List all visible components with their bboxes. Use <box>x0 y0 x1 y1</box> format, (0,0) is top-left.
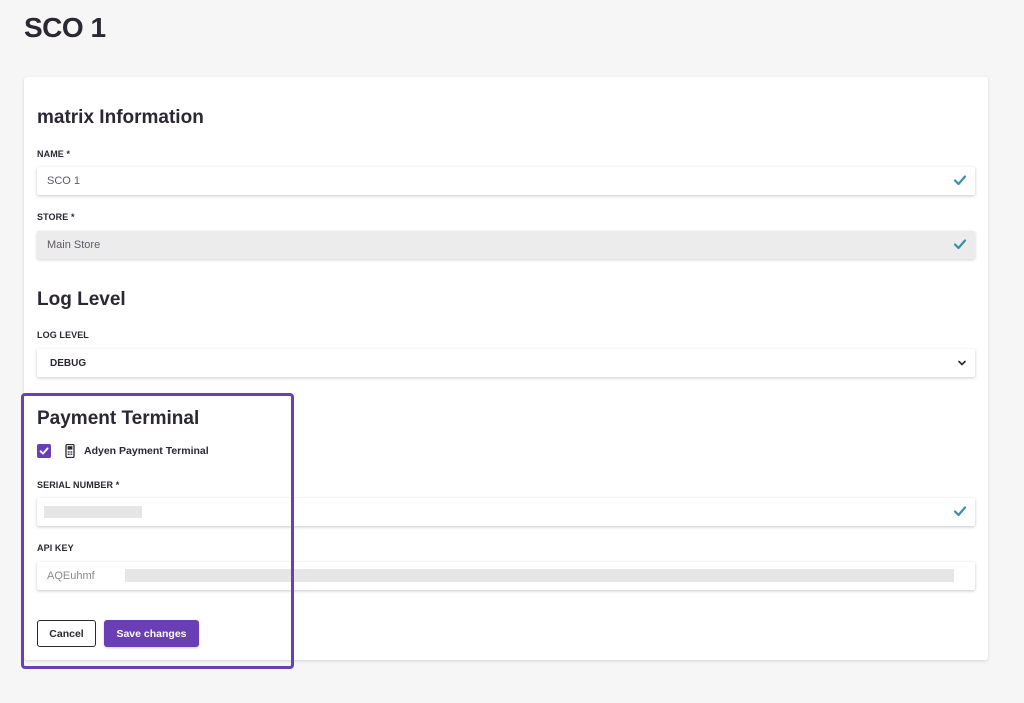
log-level-label: LOG LEVEL <box>37 330 89 340</box>
required-mark: * <box>66 149 71 159</box>
log-level-selected: DEBUG <box>50 357 87 369</box>
checkmark-icon <box>39 447 49 455</box>
section-title-log-level: Log Level <box>37 289 126 310</box>
store-label: STORE * <box>37 212 75 222</box>
name-label: NAME * <box>37 149 70 159</box>
required-mark: * <box>70 212 75 222</box>
api-key-label: API KEY <box>37 543 74 553</box>
serial-number-label: SERIAL NUMBER * <box>37 480 119 490</box>
payment-terminal-icon <box>65 444 75 458</box>
chevron-down-icon <box>958 360 966 366</box>
check-icon <box>953 239 967 250</box>
serial-number-label-text: SERIAL NUMBER <box>37 480 114 490</box>
page-title: SCO 1 <box>24 12 106 43</box>
adyen-terminal-label[interactable]: Adyen Payment Terminal <box>84 445 209 457</box>
api-key-prefix: AQEuhmf <box>47 570 95 582</box>
api-key-field[interactable]: AQEuhmf <box>37 562 975 590</box>
redacted-value <box>44 506 142 518</box>
check-icon <box>953 175 967 186</box>
save-changes-button[interactable]: Save changes <box>104 620 199 647</box>
log-level-select[interactable]: DEBUG <box>37 349 975 377</box>
required-mark: * <box>115 480 120 490</box>
store-label-text: STORE <box>37 212 69 222</box>
serial-number-field[interactable] <box>37 498 975 526</box>
section-title-matrix-information: matrix Information <box>37 107 204 128</box>
name-field[interactable]: SCO 1 <box>37 167 975 195</box>
name-label-text: NAME <box>37 149 64 159</box>
redacted-value <box>125 569 954 582</box>
section-title-payment-terminal: Payment Terminal <box>37 408 200 429</box>
adyen-terminal-checkbox[interactable] <box>37 444 51 458</box>
cancel-button[interactable]: Cancel <box>37 620 96 647</box>
store-field-value: Main Store <box>47 239 101 251</box>
check-icon <box>953 506 967 517</box>
name-field-value: SCO 1 <box>47 175 81 187</box>
store-field: Main Store <box>37 231 975 259</box>
